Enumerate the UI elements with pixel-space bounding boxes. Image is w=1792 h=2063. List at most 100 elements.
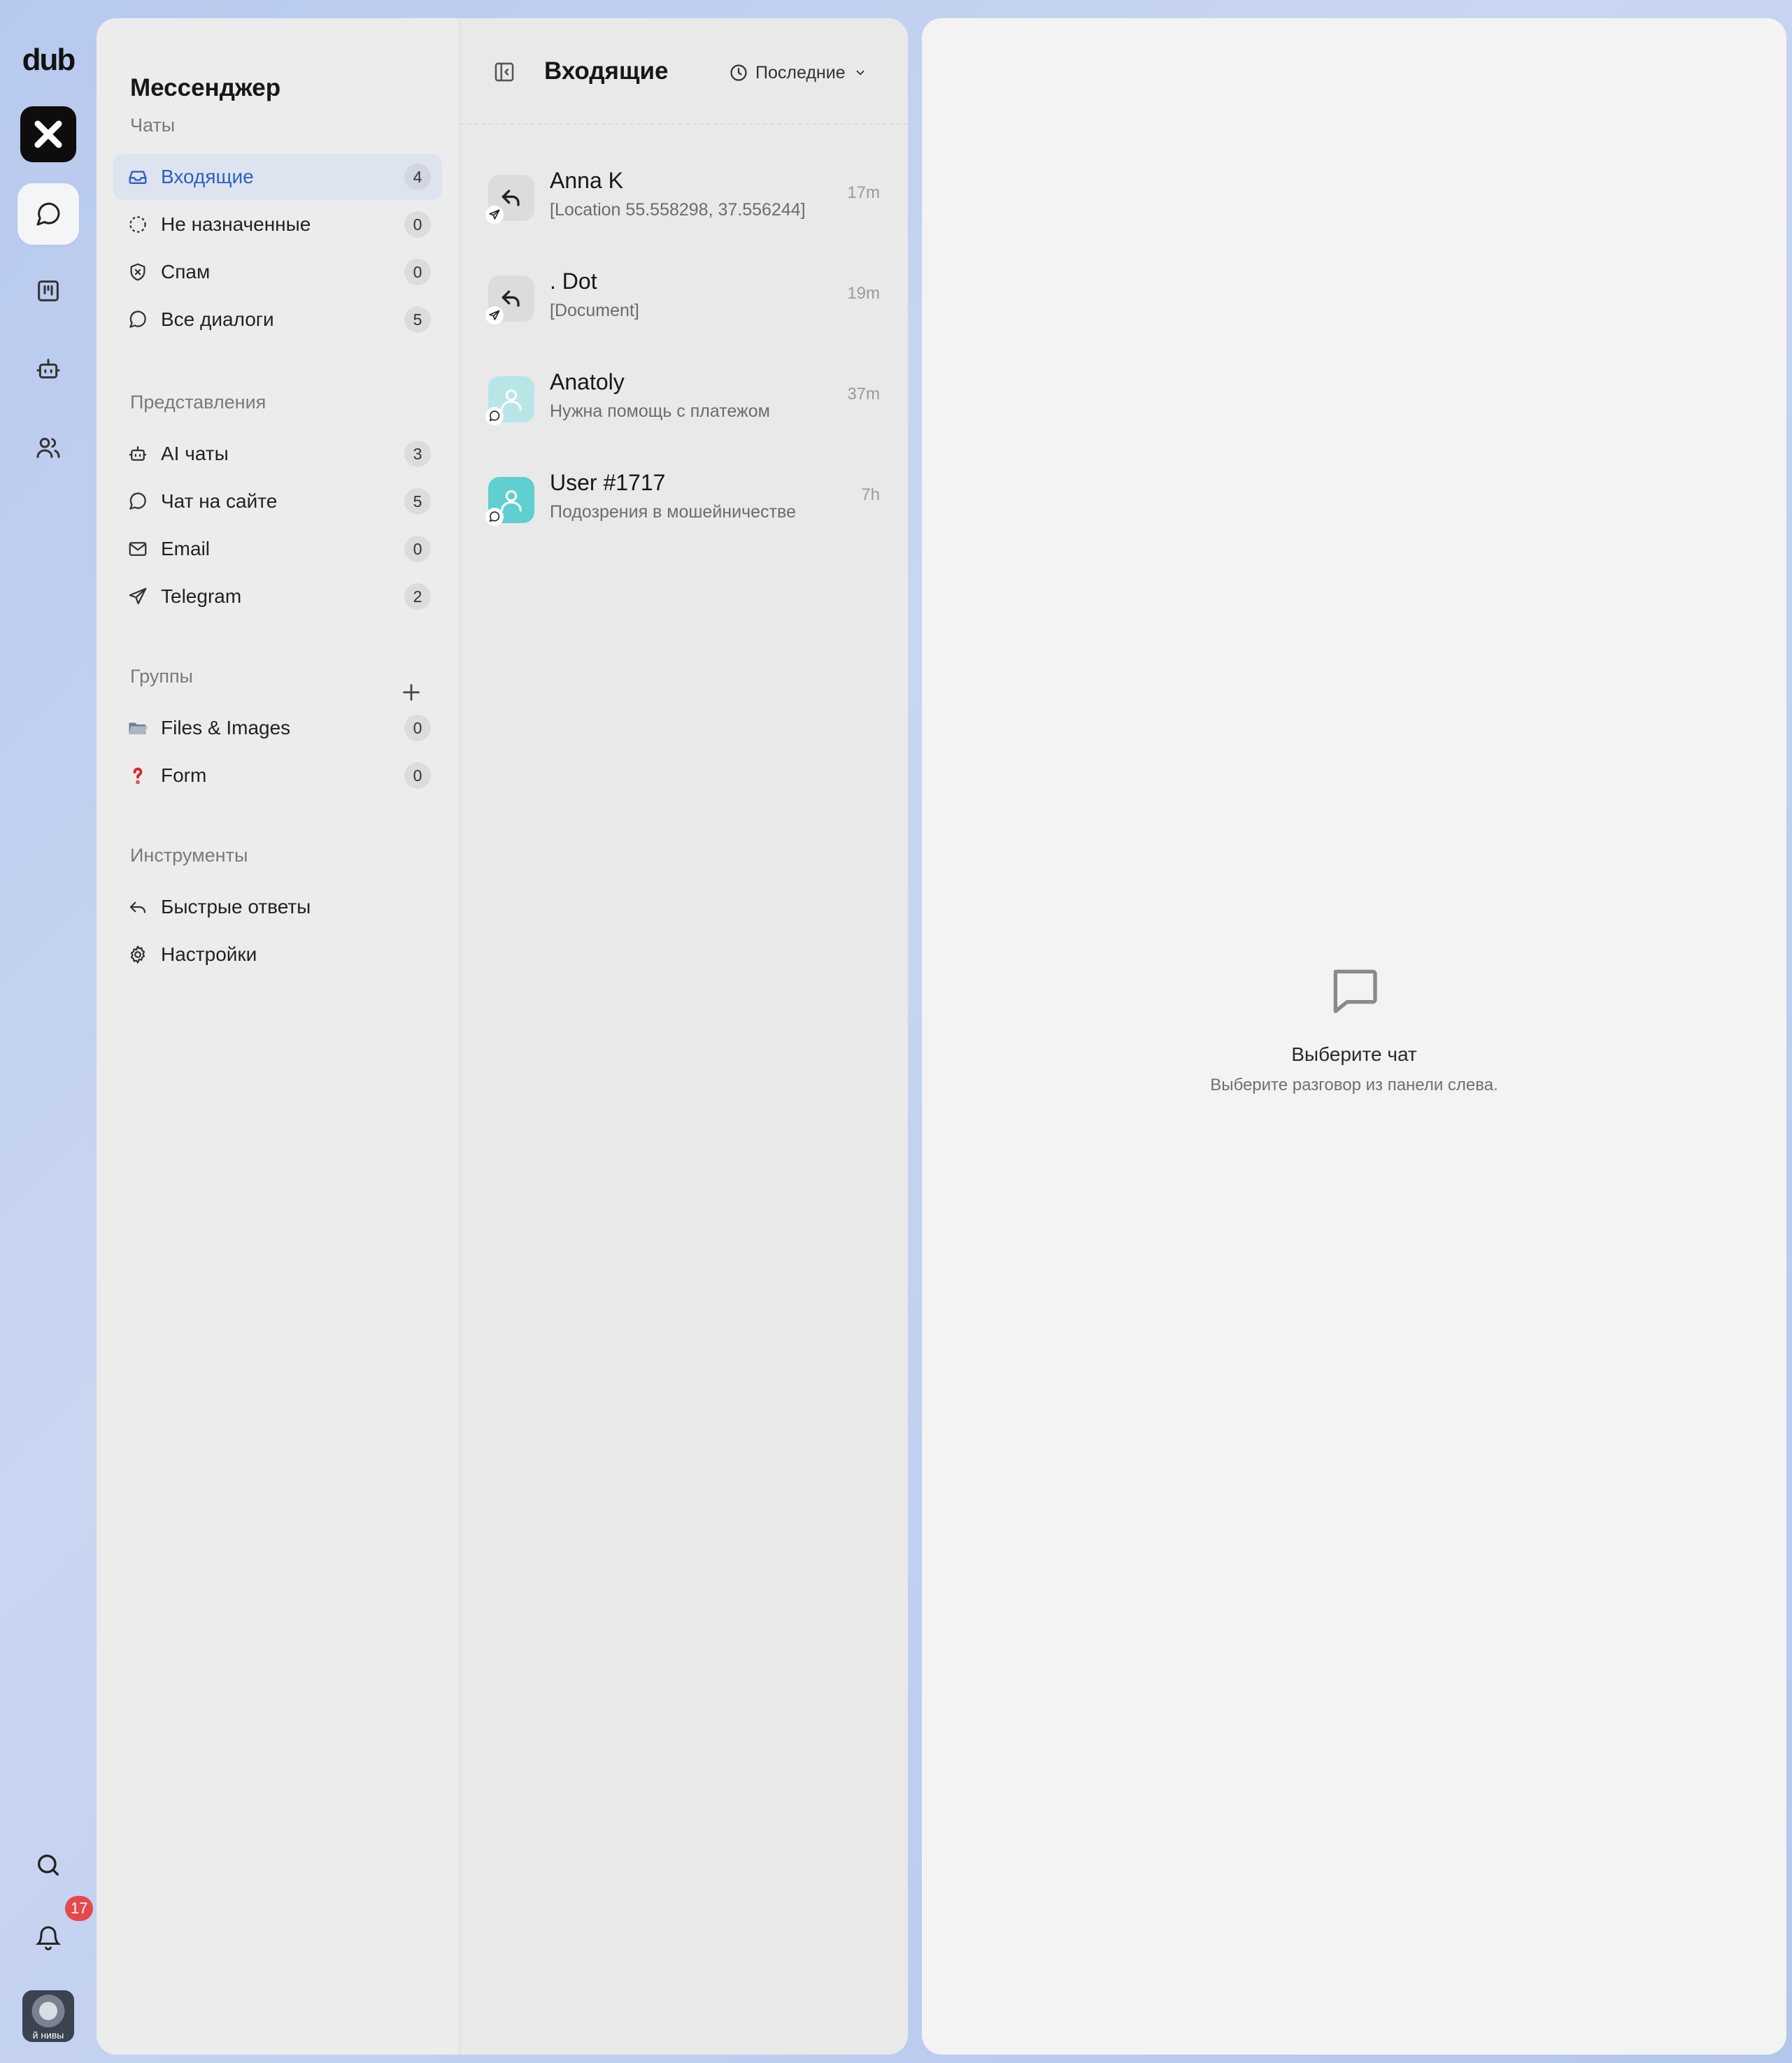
sidebar-item-label: Form (161, 764, 207, 786)
reply-icon (126, 895, 150, 919)
avatar (485, 477, 534, 526)
user-avatar[interactable]: й нивы (22, 1990, 74, 2042)
send-icon (489, 310, 500, 320)
sidebar-item-email[interactable]: Email 0 (113, 526, 442, 572)
message-circle-icon (126, 490, 150, 513)
empty-state: Выберите чат Выберите разговор из панели… (922, 962, 1786, 1095)
sort-label: Последние (755, 62, 846, 83)
section-views-heading: Представления (130, 392, 266, 413)
send-icon (126, 585, 150, 608)
sidebar-item-files-images[interactable]: Files & Images 0 (113, 705, 442, 751)
chat-preview: Нужна помощь с платежом (550, 401, 770, 421)
sidebar-item-settings[interactable]: Настройки (113, 931, 442, 978)
chat-preview: [Location 55.558298, 37.556244] (550, 200, 806, 220)
bot-icon (36, 359, 60, 379)
chat-name: Anatoly (550, 369, 625, 394)
chat-time: 19m (847, 284, 880, 303)
count-badge: 3 (404, 441, 431, 467)
sidebar-item-unassigned[interactable]: Не назначенные 0 (113, 201, 442, 248)
sidebar-title: Мессенджер (130, 74, 281, 101)
count-badge: 5 (404, 306, 431, 333)
chat-list-header: Входящие Последние (460, 18, 908, 124)
sidebar-item-label: AI чаты (161, 443, 229, 464)
workspace-logo-icon (34, 120, 62, 148)
chat-time: 7h (861, 485, 880, 504)
count-badge: 0 (404, 536, 431, 562)
chevron-down-icon (856, 70, 864, 76)
count-badge: 4 (404, 164, 431, 190)
notifications-button[interactable]: 17 (34, 1896, 94, 1955)
chat-time: 37m (847, 385, 880, 404)
reply-icon (502, 290, 520, 307)
chat-list-item[interactable]: . Dot [Document] 19m (460, 252, 908, 343)
sidebar-item-ai-chats[interactable]: AI чаты 3 (113, 431, 442, 477)
sidebar-item-form[interactable]: Form 0 (113, 752, 442, 799)
chat-list-item[interactable]: Anatoly Нужна помощь с платежом 37m (460, 352, 908, 443)
chat-preview: Подозрения в мошейничестве (550, 502, 796, 522)
sort-dropdown[interactable]: Последние (729, 57, 874, 88)
rail-bottom: 17 й нивы (0, 1834, 97, 2042)
web-chat-channel-badge (485, 508, 504, 526)
count-badge: 0 (404, 762, 431, 789)
chat-icon (36, 202, 60, 226)
messenger-sidebar: Мессенджер Чаты Входящие 4 Не назначенны… (97, 18, 460, 2055)
sidebar-item-inbox[interactable]: Входящие 4 (113, 154, 442, 200)
rail-messenger-button[interactable] (17, 183, 79, 245)
chat-name: Anna K (550, 168, 623, 193)
sidebar-item-site-chat[interactable]: Чат на сайте 5 (113, 478, 442, 524)
telegram-channel-badge (485, 306, 504, 324)
telegram-channel-badge (485, 206, 504, 224)
conversation-panel: Выберите чат Выберите разговор из панели… (922, 18, 1786, 2055)
mail-icon (126, 537, 150, 561)
count-badge: 5 (404, 488, 431, 515)
chat-list-panel: Входящие Последние Anna K [Location 55.5… (460, 18, 908, 2055)
count-badge: 0 (404, 259, 431, 285)
sidebar-item-label: Все диалоги (161, 308, 274, 330)
empty-state-subtitle: Выберите разговор из панели слева. (1210, 1076, 1498, 1094)
avatar (485, 276, 534, 324)
sidebar-item-label: Чат на сайте (161, 490, 278, 512)
rail-board-button[interactable] (17, 260, 79, 322)
user-silhouette-icon (501, 490, 522, 512)
search-button[interactable] (17, 1834, 79, 1896)
message-circle-icon (489, 411, 500, 422)
avatar (485, 175, 534, 224)
empty-state-title: Выберите чат (1291, 1043, 1417, 1065)
chat-name: User #1717 (550, 470, 666, 495)
shield-x-icon (126, 260, 150, 284)
count-badge: 2 (404, 583, 431, 610)
sidebar-item-quick-replies[interactable]: Быстрые ответы (113, 884, 442, 930)
chat-list-item[interactable]: User #1717 Подозрения в мошейничестве 7h (460, 453, 908, 544)
workspace-switcher[interactable] (20, 106, 76, 162)
collapse-sidebar-icon[interactable] (492, 60, 516, 84)
sidebar-item-label: Спам (161, 261, 211, 283)
chat-name: . Dot (550, 269, 597, 294)
count-badge: 0 (404, 211, 431, 238)
folder-emoji-icon (126, 716, 150, 740)
chat-list-title: Входящие (544, 57, 669, 85)
chat-list-item[interactable]: Anna K [Location 55.558298, 37.556244] 1… (460, 151, 908, 242)
chat-preview: [Document] (550, 301, 639, 320)
sidebar-item-telegram[interactable]: Telegram 2 (113, 573, 442, 620)
reply-icon (502, 190, 520, 206)
inbox-icon (126, 165, 150, 189)
sidebar-item-all-dialogs[interactable]: Все диалоги 5 (113, 297, 442, 343)
sidebar-item-label: Не назначенные (161, 213, 311, 235)
count-badge: 0 (404, 715, 431, 741)
web-chat-channel-badge (485, 407, 504, 425)
sidebar-item-spam[interactable]: Спам 0 (113, 249, 442, 295)
app-rail: dub 17 й нивы (0, 0, 97, 2063)
users-icon (36, 438, 60, 458)
rail-bots-button[interactable] (17, 338, 79, 400)
message-square-icon (1333, 969, 1377, 1013)
add-group-plus-icon[interactable] (399, 680, 424, 705)
sidebar-item-label: Telegram (161, 585, 242, 607)
sidebar-item-label: Files & Images (161, 717, 291, 738)
rail-contacts-button[interactable] (17, 417, 79, 478)
app-logo[interactable]: dub (22, 41, 76, 80)
section-groups-heading: Группы (130, 666, 193, 687)
sidebar-item-label: Настройки (161, 943, 257, 965)
dashed-circle-icon (126, 213, 150, 236)
kanban-icon (38, 280, 59, 301)
sidebar-item-label: Быстрые ответы (161, 896, 311, 918)
